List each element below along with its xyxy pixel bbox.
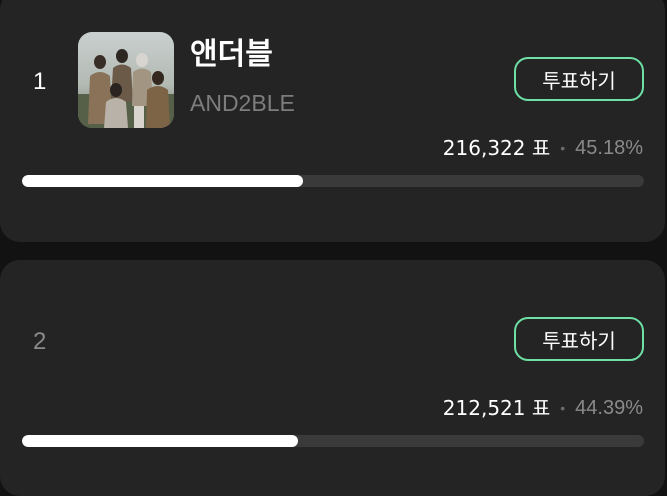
vote-progress-bar	[22, 435, 644, 447]
candidate-card-2	[0, 260, 665, 496]
vote-count: 216,322 표	[442, 136, 551, 160]
vote-percentage: 45.18%	[575, 137, 643, 159]
rank-number: 1	[33, 68, 47, 95]
vote-button[interactable]: 투표하기	[514, 317, 644, 361]
candidate-name-english: AND2BLE	[190, 90, 295, 116]
vote-percentage: 44.39%	[575, 397, 643, 419]
vote-progress-bar	[22, 175, 644, 187]
vote-button[interactable]: 투표하기	[514, 57, 644, 101]
vote-stats: 216,322 표 • 45.18%	[443, 138, 643, 158]
group-photo	[78, 32, 174, 128]
candidate-name-korean: 앤더블	[190, 37, 273, 72]
vote-progress-fill	[22, 435, 299, 447]
rank-number: 2	[33, 328, 47, 355]
vote-count: 212,521 표	[442, 396, 551, 420]
separator-dot: •	[560, 400, 566, 416]
vote-stats: 212,521 표 • 44.39%	[443, 398, 643, 418]
separator-dot: •	[560, 140, 566, 156]
vote-progress-fill	[22, 175, 304, 187]
